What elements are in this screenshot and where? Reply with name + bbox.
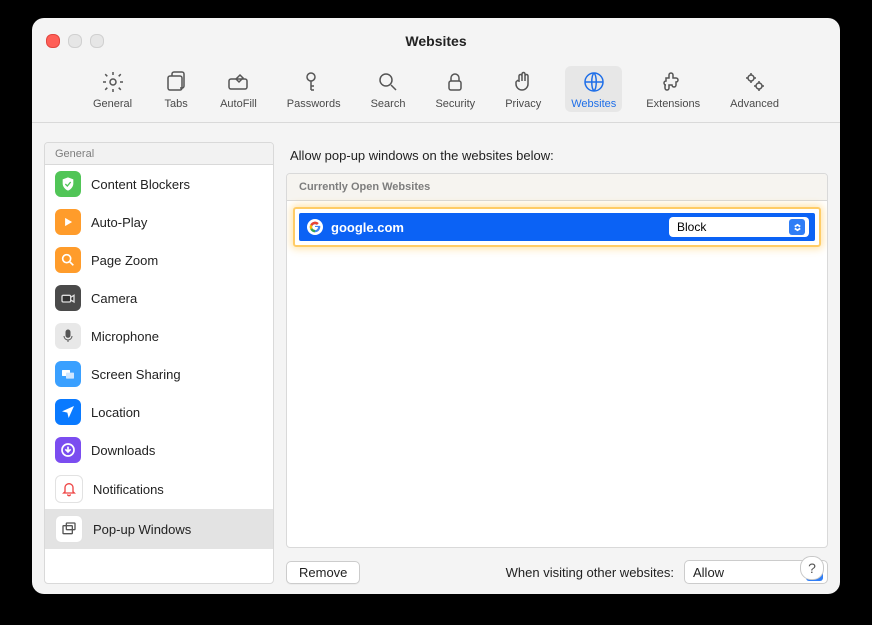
tab-label: Security: [435, 98, 475, 110]
tab-search[interactable]: Search: [365, 66, 412, 112]
question-mark-icon: ?: [808, 560, 816, 576]
preferences-toolbar: General Tabs AutoFill Passwords Search S…: [32, 64, 840, 123]
hand-icon: [509, 70, 537, 94]
location-icon: [55, 399, 81, 425]
tab-websites[interactable]: Websites: [565, 66, 622, 112]
sidebar-item-page-zoom[interactable]: Page Zoom: [45, 241, 273, 279]
tab-label: Extensions: [646, 98, 700, 110]
sidebar-item-camera[interactable]: Camera: [45, 279, 273, 317]
sidebar-item-microphone[interactable]: Microphone: [45, 317, 273, 355]
sidebar-item-content-blockers[interactable]: Content Blockers: [45, 165, 273, 203]
help-button[interactable]: ?: [800, 556, 824, 580]
gear-icon: [99, 70, 127, 94]
default-policy-label: When visiting other websites:: [506, 565, 674, 580]
remove-button-label: Remove: [299, 565, 347, 580]
tab-label: Privacy: [505, 98, 541, 110]
main-panel: Allow pop-up windows on the websites bel…: [286, 142, 828, 584]
sidebar-section-header: General: [45, 143, 273, 165]
minimize-window-button[interactable]: [68, 34, 82, 48]
sidebar-item-label: Auto-Play: [91, 215, 147, 230]
microphone-icon: [55, 323, 81, 349]
sidebar-item-popup-windows[interactable]: Pop-up Windows: [45, 509, 273, 549]
tab-label: Tabs: [164, 98, 187, 110]
sidebar-item-screen-sharing[interactable]: Screen Sharing: [45, 355, 273, 393]
tab-label: Websites: [571, 98, 616, 110]
tab-advanced[interactable]: Advanced: [724, 66, 785, 112]
close-window-button[interactable]: [46, 34, 60, 48]
key-icon: [300, 70, 328, 94]
website-policy-value: Block: [677, 220, 706, 234]
sidebar-item-auto-play[interactable]: Auto-Play: [45, 203, 273, 241]
sidebar-item-label: Camera: [91, 291, 137, 306]
sidebar-item-location[interactable]: Location: [45, 393, 273, 431]
tab-extensions[interactable]: Extensions: [640, 66, 706, 112]
popup-icon: [55, 515, 83, 543]
main-panel-title: Allow pop-up windows on the websites bel…: [286, 142, 828, 173]
zoom-window-button[interactable]: [90, 34, 104, 48]
settings-sidebar: General Content Blockers Auto-Play: [44, 142, 274, 584]
play-icon: [55, 209, 81, 235]
search-icon: [374, 70, 402, 94]
globe-icon: [580, 70, 608, 94]
websites-section-header: Currently Open Websites: [287, 174, 827, 201]
screens-icon: [55, 361, 81, 387]
updown-chevron-icon: [789, 219, 805, 235]
window-body: General Content Blockers Auto-Play: [32, 132, 840, 594]
tab-tabs[interactable]: Tabs: [156, 66, 196, 112]
default-policy-value: Allow: [693, 565, 724, 580]
window-controls: [46, 34, 104, 48]
sidebar-item-label: Page Zoom: [91, 253, 158, 268]
tab-privacy[interactable]: Privacy: [499, 66, 547, 112]
sidebar-item-label: Pop-up Windows: [93, 522, 191, 537]
tab-label: AutoFill: [220, 98, 257, 110]
sidebar-item-label: Content Blockers: [91, 177, 190, 192]
website-row-highlight: google.com Block: [293, 207, 821, 247]
sidebar-item-label: Downloads: [91, 443, 155, 458]
preferences-window: Websites General Tabs AutoFill Passwords…: [32, 18, 840, 594]
remove-button[interactable]: Remove: [286, 561, 360, 584]
website-row[interactable]: google.com Block: [299, 213, 815, 241]
sidebar-item-downloads[interactable]: Downloads: [45, 431, 273, 469]
bell-icon: [55, 475, 83, 503]
tab-general[interactable]: General: [87, 66, 138, 112]
tab-label: Advanced: [730, 98, 779, 110]
tab-label: Search: [371, 98, 406, 110]
sidebar-list: Content Blockers Auto-Play Page Zoom: [45, 165, 273, 583]
lock-icon: [441, 70, 469, 94]
main-panel-footer: Remove When visiting other websites: All…: [286, 548, 828, 584]
website-name: google.com: [331, 220, 661, 235]
google-favicon-icon: [307, 219, 323, 235]
sidebar-item-label: Screen Sharing: [91, 367, 181, 382]
sidebar-item-label: Notifications: [93, 482, 164, 497]
window-title: Websites: [405, 33, 466, 49]
titlebar: Websites: [32, 18, 840, 64]
tab-label: General: [93, 98, 132, 110]
tab-label: Passwords: [287, 98, 341, 110]
camera-icon: [55, 285, 81, 311]
tab-passwords[interactable]: Passwords: [281, 66, 347, 112]
tab-autofill[interactable]: AutoFill: [214, 66, 263, 112]
magnifier-icon: [55, 247, 81, 273]
website-policy-select[interactable]: Block: [669, 217, 809, 237]
websites-list-box: Currently Open Websites google.com Block: [286, 173, 828, 548]
tabs-icon: [162, 70, 190, 94]
tab-security[interactable]: Security: [429, 66, 481, 112]
shield-icon: [55, 171, 81, 197]
puzzle-icon: [659, 70, 687, 94]
sidebar-item-notifications[interactable]: Notifications: [45, 469, 273, 509]
sidebar-item-label: Microphone: [91, 329, 159, 344]
sidebar-item-label: Location: [91, 405, 140, 420]
gears-icon: [741, 70, 769, 94]
pencil-icon: [224, 70, 252, 94]
download-icon: [55, 437, 81, 463]
